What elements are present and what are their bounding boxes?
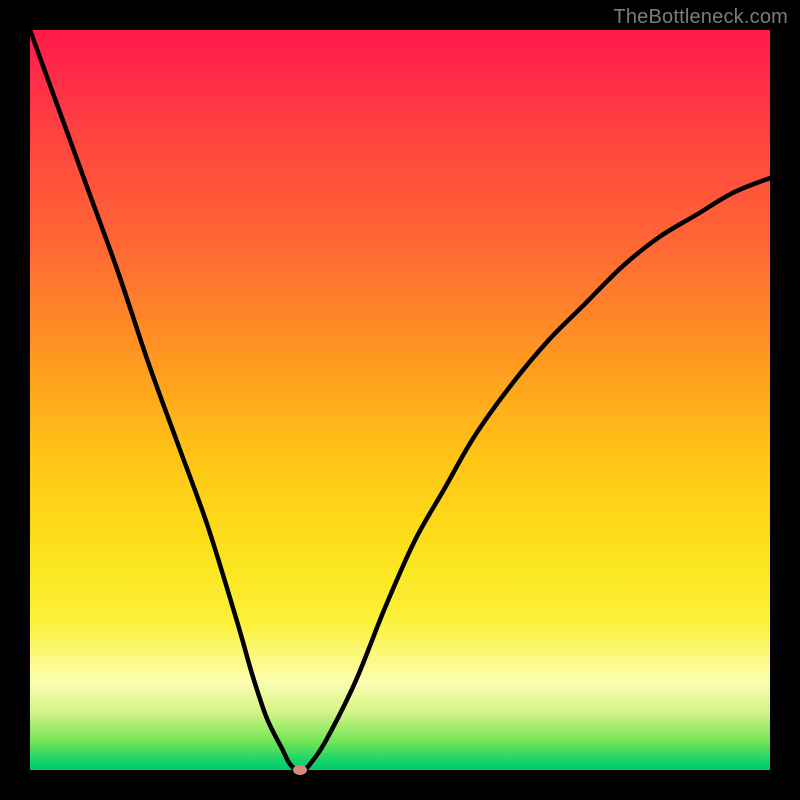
optimum-marker	[293, 765, 307, 775]
plot-area	[30, 30, 770, 770]
bottleneck-curve	[30, 30, 770, 771]
curve-svg	[30, 30, 770, 770]
watermark-text: TheBottleneck.com	[613, 6, 788, 29]
chart-frame: TheBottleneck.com	[0, 0, 800, 800]
